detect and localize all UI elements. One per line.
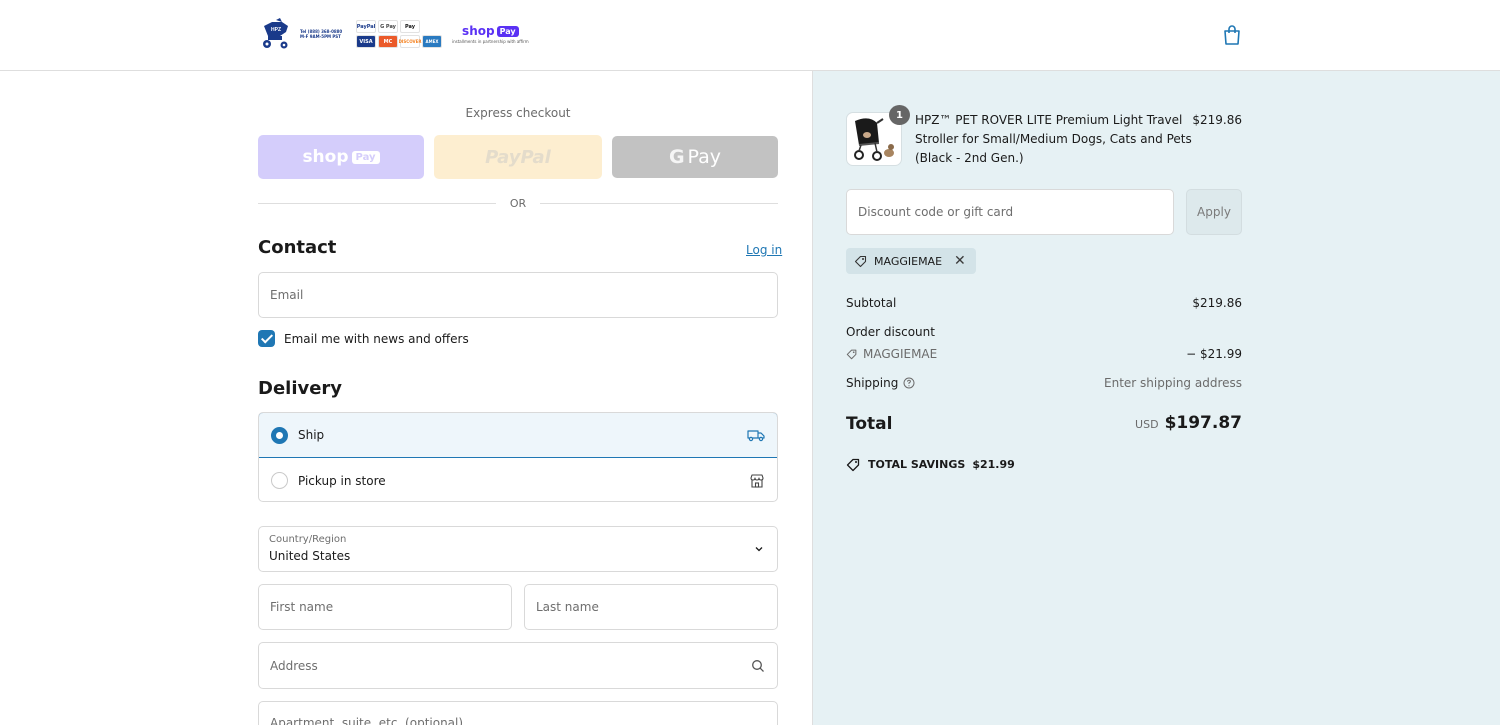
email-field[interactable]: Email xyxy=(258,272,778,318)
newsletter-checkbox[interactable] xyxy=(258,330,275,347)
dog-stroller-logo-icon: HPZ xyxy=(263,18,288,49)
chevron-down-icon xyxy=(755,547,763,552)
delivery-option-pickup[interactable]: Pickup in store xyxy=(259,458,777,501)
discount-code-input[interactable]: Discount code or gift card xyxy=(846,189,1174,235)
delivery-method-group: Pickup in store Ship xyxy=(258,412,778,502)
paypal-button[interactable]: PayPal xyxy=(434,135,602,179)
delivery-heading: Delivery xyxy=(258,378,343,399)
shipping-row: Shipping xyxy=(846,376,915,390)
login-link[interactable]: Log in xyxy=(746,243,782,257)
first-name-field[interactable]: First name xyxy=(258,584,512,630)
logo-contact-line2: M-F 9AM-5PM PST xyxy=(300,34,341,39)
total-value: $197.87 xyxy=(1164,413,1242,433)
truck-icon xyxy=(747,430,765,442)
discount-value: − $21.99 xyxy=(1186,347,1242,361)
product-price: $219.86 xyxy=(1192,113,1242,127)
ship-radio[interactable] xyxy=(271,426,288,444)
express-checkout-title: Express checkout xyxy=(465,106,571,120)
currency-code: USD xyxy=(1135,418,1159,431)
shipping-value: Enter shipping address xyxy=(1104,376,1242,390)
shoppay-logo-sub: installments in partnership with affirm xyxy=(452,39,529,44)
address-placeholder: Address xyxy=(270,659,318,673)
badge-visa: VISA xyxy=(356,35,376,48)
last-name-placeholder: Last name xyxy=(536,600,599,614)
help-circle-icon[interactable] xyxy=(903,377,915,389)
discount-code-row: MAGGIEMAE xyxy=(846,347,937,361)
discount-code-label: MAGGIEMAE xyxy=(863,347,938,361)
shopping-bag-icon[interactable] xyxy=(1222,24,1242,46)
tag-icon xyxy=(846,349,857,360)
newsletter-label: Email me with news and offers xyxy=(284,331,469,346)
badge-gpay: G Pay xyxy=(378,20,398,33)
contact-heading: Contact xyxy=(258,237,337,258)
tags-icon xyxy=(846,458,860,472)
logo-contact: Tel (888) 368-0880 M-F 9AM-5PM PST xyxy=(300,29,348,39)
search-icon xyxy=(752,660,764,672)
subtotal-label: Subtotal xyxy=(846,296,897,310)
shop-pay-text: shop xyxy=(302,147,349,167)
badge-paypal: PayPal xyxy=(356,20,376,33)
country-label: Country/Region xyxy=(269,534,347,545)
shoppay-logo-pill: Pay xyxy=(496,25,519,37)
applied-code-text: MAGGIEMAE xyxy=(874,254,943,268)
applied-discount-chip: MAGGIEMAE ✕ xyxy=(846,248,976,274)
delivery-option-ship[interactable]: Ship xyxy=(259,413,777,458)
pickup-radio[interactable] xyxy=(271,472,288,489)
country-value: United States xyxy=(269,549,351,563)
paypal-text: PayPal xyxy=(485,146,551,168)
badge-discover: DISCOVER xyxy=(399,35,421,48)
badge-applepay: Pay xyxy=(400,20,420,33)
product-name: HPZ™ PET ROVER LITE Premium Light Travel… xyxy=(915,113,1192,165)
or-divider: OR xyxy=(258,195,778,211)
shop-pay-pill: Pay xyxy=(351,150,380,164)
logo-brand-text: HPZ xyxy=(271,27,281,33)
order-summary-panel xyxy=(812,71,1500,725)
shoppay-logo-text: shop xyxy=(462,24,495,38)
total-amount: USD $197.87 xyxy=(1135,413,1242,433)
newsletter-checkbox-row[interactable]: Email me with news and offers xyxy=(258,330,469,347)
order-discount-label: Order discount xyxy=(846,325,935,339)
total-savings-label: TOTAL SAVINGS xyxy=(868,458,966,471)
first-name-placeholder: First name xyxy=(270,600,334,614)
or-text: OR xyxy=(509,196,527,210)
total-label: Total xyxy=(846,414,893,434)
google-g-icon: G xyxy=(668,146,685,168)
last-name-field[interactable]: Last name xyxy=(524,584,778,630)
apartment-placeholder: Apartment, suite, etc. (optional) xyxy=(270,716,464,725)
tag-icon xyxy=(854,255,867,268)
subtotal-value: $219.86 xyxy=(1192,296,1242,310)
total-savings-value: $21.99 xyxy=(972,458,1015,471)
ship-label: Ship xyxy=(298,428,325,442)
store-icon xyxy=(750,473,764,488)
badge-amex: AMEX xyxy=(422,35,442,48)
total-savings-row: TOTAL SAVINGS $21.99 xyxy=(846,457,1015,472)
quantity-badge: 1 xyxy=(889,105,910,125)
remove-discount-close-icon[interactable]: ✕ xyxy=(954,253,966,269)
payment-badges: PayPal G Pay Pay VISA MC DISCOVER AMEX xyxy=(356,20,442,48)
email-placeholder: Email xyxy=(270,288,304,302)
address-field[interactable]: Address xyxy=(258,642,778,689)
gpay-text: Pay xyxy=(687,146,722,168)
shop-pay-button[interactable]: shop Pay xyxy=(258,135,424,179)
country-select[interactable]: Country/Region United States xyxy=(258,526,778,572)
shoppay-installments-logo: shop Pay installments in partnership wit… xyxy=(452,24,529,44)
shipping-label: Shipping xyxy=(846,376,899,390)
google-pay-button[interactable]: G Pay xyxy=(612,136,778,178)
discount-placeholder: Discount code or gift card xyxy=(858,205,1014,219)
pickup-label: Pickup in store xyxy=(298,473,386,488)
apply-discount-button[interactable]: Apply xyxy=(1186,189,1242,235)
store-logo[interactable]: HPZ Tel (888) 368-0880 M-F 9AM-5PM PST P… xyxy=(258,17,529,51)
badge-mastercard: MC xyxy=(378,35,398,48)
apartment-field[interactable]: Apartment, suite, etc. (optional) xyxy=(258,701,778,725)
site-header: HPZ Tel (888) 368-0880 M-F 9AM-5PM PST P… xyxy=(0,0,1500,71)
